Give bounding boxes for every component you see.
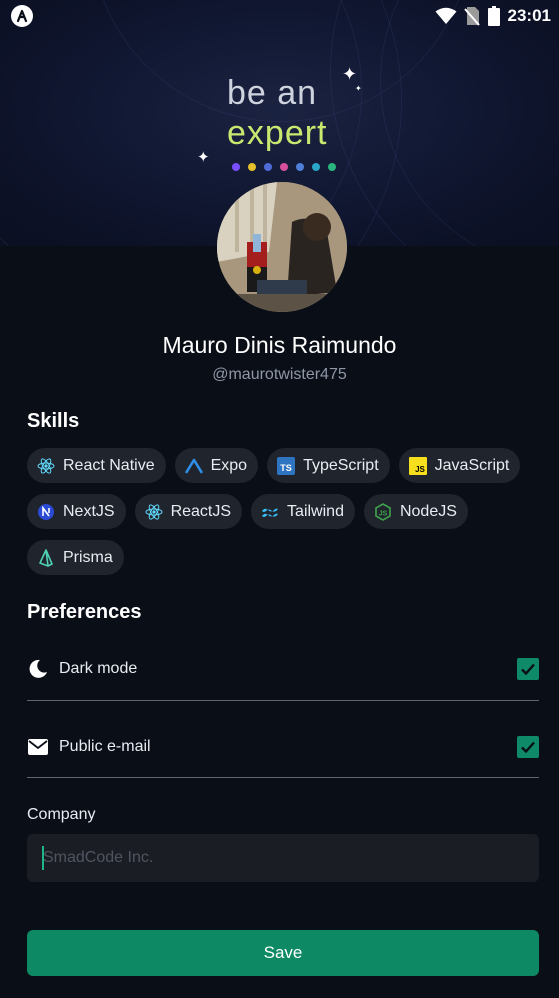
javascript-icon: JS	[408, 456, 427, 475]
public-email-checkbox[interactable]	[517, 736, 539, 758]
profile-name: Mauro Dinis Raimundo	[162, 332, 397, 358]
react-icon	[145, 503, 163, 521]
company-label: Company	[27, 806, 96, 823]
svg-text:JS: JS	[379, 510, 388, 517]
skill-label: React Native	[63, 456, 155, 474]
skill-chip-javascript[interactable]: JS JavaScript	[398, 448, 521, 483]
profile-handle: @maurotwister475	[212, 366, 347, 383]
dark-mode-label: Dark mode	[59, 660, 138, 677]
react-icon	[37, 457, 55, 475]
skill-label: Prisma	[63, 548, 113, 566]
svg-text:JS: JS	[415, 465, 425, 474]
expo-icon	[184, 457, 203, 475]
text-cursor	[42, 846, 44, 870]
preferences-title: Preferences	[27, 601, 142, 623]
nextjs-icon	[37, 503, 55, 521]
skill-chip-react-native[interactable]: React Native	[27, 448, 166, 483]
tailwind-icon	[261, 503, 279, 521]
battery-icon	[487, 6, 500, 26]
skill-label: ReactJS	[170, 502, 232, 520]
dark-mode-row[interactable]: Dark mode	[27, 649, 539, 689]
wifi-icon	[435, 7, 457, 25]
skill-label: NodeJS	[399, 502, 457, 520]
skill-label: JavaScript	[434, 456, 510, 474]
sparkle-icon: ✦	[197, 149, 210, 166]
skill-chip-reactjs[interactable]: ReactJS	[134, 494, 243, 529]
save-button[interactable]: Save	[27, 930, 539, 976]
typescript-icon: TS	[277, 456, 296, 475]
skill-label: NextJS	[63, 502, 115, 520]
skill-chip-nodejs[interactable]: JS NodeJS	[363, 494, 468, 529]
skill-label: TypeScript	[303, 456, 379, 474]
sparkle-icon: ✦	[355, 84, 362, 93]
nodejs-icon: JS	[374, 502, 392, 521]
skill-chip-expo[interactable]: Expo	[174, 448, 259, 483]
banner-title: be an expert	[227, 73, 367, 153]
mail-icon	[27, 736, 49, 758]
no-sim-icon	[463, 6, 480, 26]
sparkle-icon: ✦	[342, 64, 358, 84]
svg-text:TS: TS	[280, 463, 292, 473]
moon-icon	[27, 658, 49, 680]
divider	[27, 777, 539, 778]
skill-label: Expo	[210, 456, 248, 474]
company-input[interactable]	[27, 834, 539, 882]
prisma-icon	[37, 548, 55, 567]
status-bar: 23:01	[0, 0, 559, 32]
skill-chip-typescript[interactable]: TS TypeScript	[267, 448, 390, 483]
skill-chip-nextjs[interactable]: NextJS	[27, 494, 126, 529]
status-time: 23:01	[507, 6, 551, 25]
skill-chip-prisma[interactable]: Prisma	[27, 540, 124, 575]
skills-title: Skills	[27, 410, 80, 432]
divider	[27, 700, 539, 701]
public-email-label: Public e-mail	[59, 738, 151, 755]
public-email-row[interactable]: Public e-mail	[27, 727, 539, 767]
banner-line-2: expert	[227, 114, 328, 152]
skills-list: React Native Expo TS TypeScript JS JavaS…	[27, 448, 537, 575]
skill-label: Tailwind	[287, 502, 344, 520]
banner-tech-icons	[232, 163, 336, 171]
skill-chip-tailwind[interactable]: Tailwind	[251, 494, 355, 529]
dark-mode-checkbox[interactable]	[517, 658, 539, 680]
avatar[interactable]	[217, 182, 347, 312]
app-logo-icon	[11, 5, 33, 27]
